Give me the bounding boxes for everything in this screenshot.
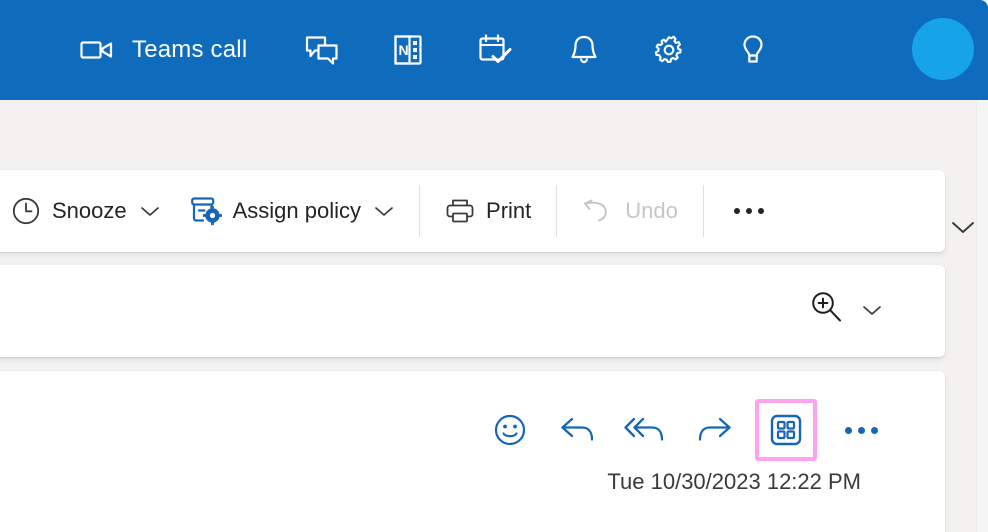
avatar[interactable]	[912, 18, 974, 80]
message-timestamp: Tue 10/30/2023 12:22 PM	[607, 469, 861, 494]
gear-icon	[653, 34, 685, 66]
undo-label: Undo	[625, 198, 678, 223]
apps-grid-icon[interactable]	[755, 399, 817, 461]
dot	[870, 426, 878, 434]
assign-policy-icon	[190, 196, 222, 226]
dot	[733, 208, 740, 214]
app-root: Teams call N Snooze Assign policy Print …	[0, 0, 988, 532]
tasks-button[interactable]	[479, 0, 513, 100]
onenote-icon: N	[394, 34, 424, 66]
lightbulb-icon	[740, 34, 766, 66]
teams-call-button[interactable]: Teams call	[80, 0, 247, 100]
react-emoji-icon[interactable]	[483, 403, 537, 457]
reply-all-icon[interactable]	[619, 403, 673, 457]
onenote-button[interactable]: N	[394, 0, 424, 100]
svg-text:N: N	[399, 42, 409, 58]
snooze-button[interactable]: Snooze	[2, 188, 169, 234]
chat-button[interactable]	[305, 0, 339, 100]
forward-icon[interactable]	[687, 403, 741, 457]
zoom-in-icon[interactable]	[806, 287, 846, 332]
chat-icon	[305, 35, 339, 65]
zoom-control[interactable]	[806, 287, 883, 332]
undo-icon	[582, 196, 614, 226]
bell-icon	[570, 34, 598, 66]
more-options-icon[interactable]	[833, 403, 889, 457]
teams-call-label: Teams call	[132, 36, 248, 63]
message-toolbar: Snooze Assign policy Print Undo	[0, 170, 945, 252]
toolbar-more-options-button[interactable]	[720, 188, 778, 234]
print-button[interactable]: Print	[436, 188, 540, 234]
chevron-down-icon[interactable]	[374, 204, 394, 218]
toolbar-divider	[702, 185, 704, 237]
snooze-label: Snooze	[52, 198, 127, 223]
notifications-button[interactable]	[570, 0, 598, 100]
toolbar-divider	[556, 185, 558, 237]
reply-icon[interactable]	[551, 403, 605, 457]
printer-icon	[445, 197, 475, 225]
settings-button[interactable]	[653, 0, 685, 100]
message-pane: Tue 10/30/2023 12:22 PM	[0, 371, 945, 532]
reading-pane-header	[0, 265, 945, 357]
toolbar-divider	[419, 185, 421, 237]
video-camera-icon	[80, 38, 114, 62]
dot	[857, 426, 865, 434]
tasks-icon	[479, 34, 513, 66]
dot	[757, 208, 764, 214]
undo-button[interactable]: Undo	[573, 188, 687, 234]
clock-icon	[11, 196, 41, 226]
assign-policy-label: Assign policy	[232, 198, 362, 223]
dot	[844, 426, 852, 434]
print-label: Print	[486, 198, 532, 223]
message-action-bar	[483, 399, 889, 461]
toolbar-expand-button[interactable]	[946, 210, 980, 244]
assign-policy-button[interactable]: Assign policy	[181, 188, 403, 234]
vertical-scrollbar[interactable]	[976, 100, 988, 532]
app-header: Teams call N	[0, 0, 988, 100]
dot	[745, 208, 752, 214]
chevron-down-icon[interactable]	[140, 204, 160, 218]
chevron-down-icon[interactable]	[861, 303, 883, 317]
tips-button[interactable]	[740, 0, 766, 100]
